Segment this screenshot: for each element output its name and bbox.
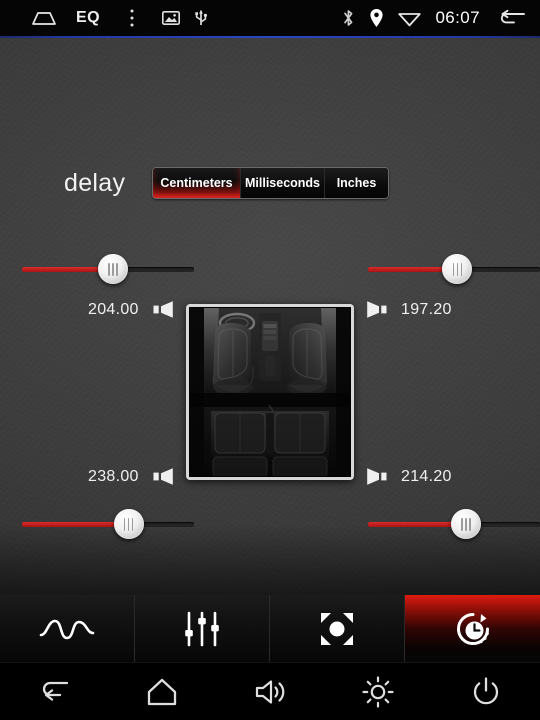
unit-tab-milliseconds[interactable]: Milliseconds (241, 168, 325, 198)
slider-front-right-thumb[interactable] (442, 254, 473, 284)
value-row-rear-right: 214.20 (366, 467, 464, 486)
unit-tab-inches[interactable]: Inches (325, 168, 388, 198)
value-rear-right: 214.20 (401, 467, 452, 485)
status-bar-left-group: EQ (0, 8, 214, 28)
tab-waveform[interactable] (0, 595, 135, 662)
balance-fader-icon (319, 611, 355, 647)
status-bar-right-group: 06:07 (342, 8, 540, 28)
speaker-left-icon (153, 467, 174, 486)
unit-tab-milliseconds-label: Milliseconds (244, 176, 321, 190)
unit-tab-centimeters-label: Centimeters (160, 176, 233, 190)
value-row-front-right: 197.20 (366, 300, 464, 319)
car-interior-seats-image[interactable] (186, 304, 354, 480)
sliders-icon (183, 611, 221, 647)
system-navigation-bar (0, 662, 540, 720)
nav-home[interactable] (108, 678, 216, 706)
nav-back[interactable] (0, 679, 108, 705)
slider-rear-left-thumb[interactable] (113, 509, 144, 539)
main-content: delay Centimeters Milliseconds Inches 20… (0, 38, 540, 595)
status-overflow-menu-icon[interactable] (110, 8, 154, 28)
slider-front-right[interactable] (368, 254, 540, 284)
page-title: delay (64, 169, 126, 197)
tab-equalizer[interactable] (135, 595, 270, 662)
wifi-icon (398, 10, 422, 27)
unit-tab-centimeters[interactable]: Centimeters (153, 168, 241, 198)
status-usb-icon (188, 9, 214, 27)
slider-rear-right-thumb[interactable] (451, 509, 482, 539)
status-bar: EQ 06:07 (0, 0, 540, 36)
speaker-right-icon (366, 300, 387, 319)
value-rear-left: 238.00 (88, 467, 139, 485)
slider-rear-right[interactable] (368, 509, 540, 539)
value-row-front-left: 204.00 (88, 300, 186, 319)
status-eq-label[interactable]: EQ (66, 9, 110, 27)
volume-icon (253, 678, 287, 706)
status-back-arrow-icon[interactable] (498, 9, 526, 27)
value-front-right: 197.20 (401, 300, 452, 318)
brightness-icon (362, 675, 394, 708)
tab-time-delay[interactable] (405, 595, 540, 662)
app-root: EQ 06:07 delay Centimeters Milliseconds … (0, 0, 540, 720)
eq-text: EQ (75, 9, 101, 26)
status-gallery-icon (154, 11, 188, 25)
waveform-icon (38, 613, 96, 645)
value-front-left: 204.00 (88, 300, 139, 318)
bluetooth-icon (342, 8, 355, 28)
status-home-outline-icon[interactable] (22, 10, 66, 26)
bottom-toolbar (0, 595, 540, 662)
power-icon (472, 676, 500, 707)
nav-brightness[interactable] (324, 675, 432, 708)
car-interior-canvas (189, 307, 351, 477)
speaker-right-icon (366, 467, 387, 486)
clock-delay-icon (455, 611, 491, 647)
slider-rear-left[interactable] (22, 509, 194, 539)
value-row-rear-left: 238.00 (88, 467, 186, 486)
slider-front-left[interactable] (22, 254, 194, 284)
unit-tab-inches-label: Inches (336, 176, 377, 190)
status-clock-time: 06:07 (435, 8, 480, 27)
speaker-left-icon (153, 300, 174, 319)
nav-volume[interactable] (216, 678, 324, 706)
unit-segmented-control[interactable]: Centimeters Milliseconds Inches (152, 167, 389, 199)
back-arrow-icon (37, 679, 71, 705)
nav-power[interactable] (432, 676, 540, 707)
slider-rear-left-fill (22, 522, 129, 527)
tab-balance[interactable] (270, 595, 405, 662)
location-pin-icon (369, 8, 384, 28)
slider-front-left-thumb[interactable] (98, 254, 129, 284)
home-icon (146, 678, 178, 706)
